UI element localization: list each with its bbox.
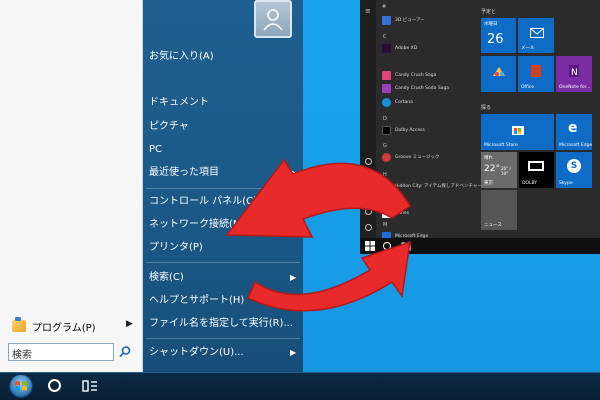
user-avatar[interactable] [254,0,292,38]
settings-icon[interactable] [365,208,372,215]
programs-item[interactable]: プログラム(P) [12,316,96,336]
app-list-item[interactable]: Candy Crush Saga [382,69,436,81]
app-cortana-icon [382,97,391,107]
app-candy-crush-soda-icon [382,83,391,93]
app-list-item[interactable]: 3D ビューアー [382,14,425,26]
office-icon [531,65,541,77]
programs-label: プログラム(P) [32,322,96,334]
onenote-tile[interactable]: N OneNote for... [556,56,592,92]
chevron-right-icon: ▶ [290,348,297,357]
app-list-item[interactable]: Groove ミュージック [382,151,440,163]
app-list-header: # [382,4,387,10]
cortana-search-icon[interactable] [383,242,391,250]
app-adobe-xd-icon [382,43,391,53]
tile-group-label: 探る [481,105,492,111]
app-dolby-icon [382,125,391,135]
edge-tile[interactable]: e Microsoft Edge [556,114,592,150]
mail-tile[interactable]: メール [518,18,554,53]
list-letter-header: H [383,172,387,178]
calendar-tile[interactable]: 水曜日 26 [481,18,516,53]
dolby-logo-icon [528,161,544,171]
menu-item-run[interactable]: ファイル名を指定して実行(R)... [149,315,293,333]
task-view-icon[interactable] [82,379,98,393]
tile-group-label: 予定と [481,9,497,15]
menu-item-search[interactable]: 検索(C) [149,269,184,287]
menu-separator [146,188,300,189]
taskbar-search-icon[interactable] [48,379,61,392]
edge-icon: e [568,120,578,136]
list-letter-header: M [383,222,388,228]
app-list-item[interactable]: iTunes [382,207,409,219]
menu-item-shutdown[interactable]: シャットダウン(U)... [149,344,244,362]
paint-icon [493,67,505,76]
news-tile[interactable]: ニュース [481,190,517,230]
app-list-item[interactable]: Candy Crush Soda Saga [382,82,449,94]
weather-tile[interactable]: 晴れ 22° 26° / 19° 東京 [481,152,517,188]
list-letter-header: I [383,199,385,205]
menu-item-documents[interactable]: ドキュメント [149,94,209,112]
task-view-icon[interactable] [401,242,411,251]
menu-item-printers[interactable]: プリンタ(P) [149,239,203,257]
skype-icon: S [567,159,581,173]
tile-colors-app[interactable] [481,56,516,92]
svg-text:N: N [571,68,578,78]
office-tile[interactable]: Office [518,56,554,92]
chevron-right-icon: ▶ [290,273,297,282]
win10-side-rail [360,0,376,254]
app-groove-icon [382,152,391,162]
menu-item-pc[interactable]: PC [149,141,162,159]
app-list-item[interactable]: Hidden City: アイテム探しアドベンチャー [382,180,482,192]
app-hidden-city-icon [382,181,391,191]
menu-item-recent[interactable]: 最近使った項目 [149,164,219,182]
menu-item-favorites[interactable]: お気に入り(A) [149,48,214,66]
menu-item-pictures[interactable]: ピクチャ [149,118,189,136]
windows-logo-icon[interactable] [365,241,375,251]
mail-icon [530,28,544,38]
menu-separator [146,262,300,263]
app-list-item[interactable]: Dolby Access [382,124,425,136]
store-bag-icon [512,126,524,135]
menu-item-control-panel[interactable]: コントロール パネル(C) [149,193,257,211]
hamburger-icon[interactable]: ≡ [365,8,372,15]
onenote-icon: N [569,65,579,78]
win10-taskbar [360,238,600,254]
start-orb-icon[interactable] [6,373,36,399]
menu-item-network[interactable]: ネットワーク接続(N) [149,216,244,234]
store-tile[interactable]: Microsoft Store [481,114,554,150]
menu-separator [146,338,300,339]
user-icon [263,9,283,31]
list-letter-header: G [383,143,387,149]
power-icon[interactable] [365,224,372,231]
app-3d-viewer-icon [382,15,391,25]
document-icon[interactable] [365,176,372,183]
programs-folder-icon [12,317,26,332]
user-icon[interactable] [365,158,372,165]
chevron-right-icon: ▶ [290,168,297,177]
chevron-right-icon: ▶ [126,319,133,329]
search-input[interactable]: 検索 [8,343,114,361]
pictures-icon[interactable] [365,192,372,199]
dolby-tile[interactable]: DOLBY [519,152,554,188]
app-itunes-icon [382,208,391,218]
app-list-item[interactable]: Adobe XD [382,42,417,54]
app-candy-crush-icon [382,70,391,80]
menu-item-help[interactable]: ヘルプとサポート(H) [149,292,244,310]
app-list-item[interactable]: Cortana [382,96,413,108]
list-letter-header: C [383,34,387,40]
list-letter-header: D [383,116,387,122]
skype-tile[interactable]: S Skype [556,152,592,188]
search-icon[interactable] [118,345,132,359]
